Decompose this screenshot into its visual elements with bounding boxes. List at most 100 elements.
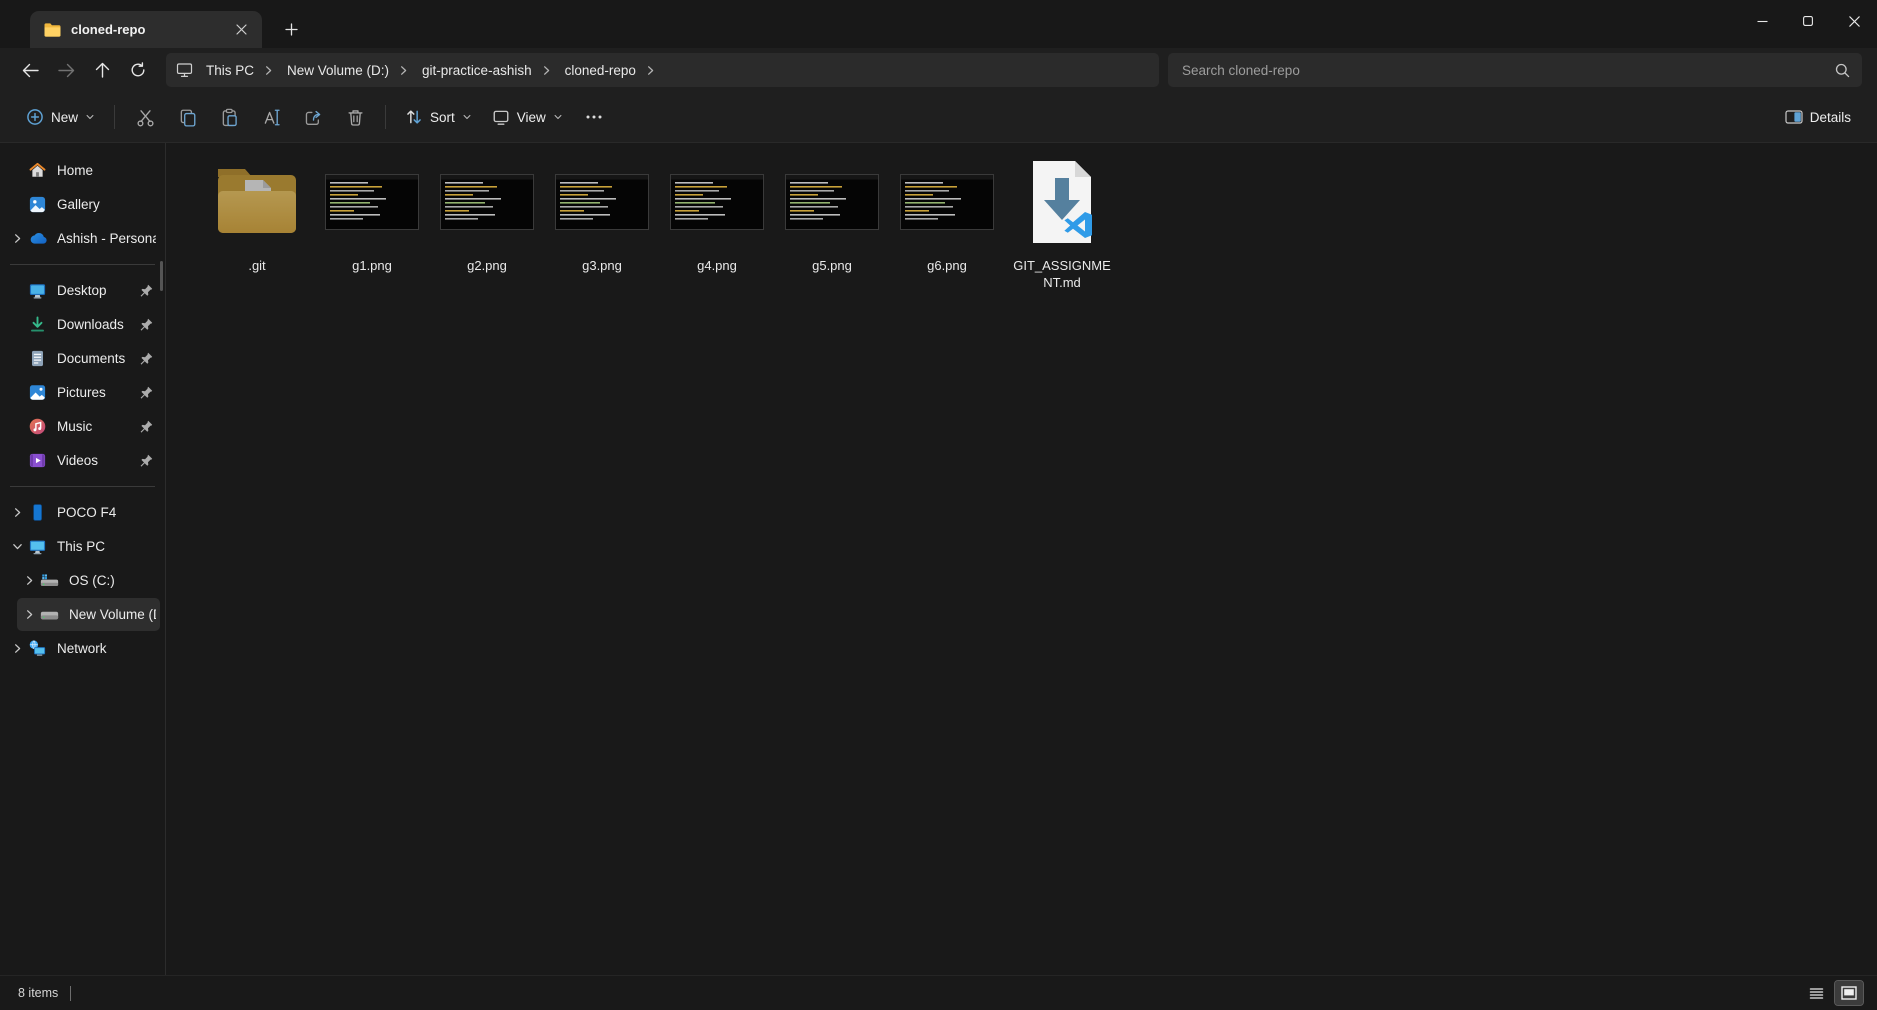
sidebar-scrollbar-thumb[interactable] — [160, 261, 163, 291]
file-git-assignment-md[interactable]: GIT_ASSIGNMENT.md — [1005, 151, 1119, 292]
new-plus-icon — [26, 108, 44, 126]
tab-close-icon[interactable] — [228, 17, 254, 43]
share-button[interactable] — [292, 100, 334, 134]
back-button[interactable] — [12, 53, 48, 87]
sidebar-item-network[interactable]: Network — [5, 632, 160, 665]
chevron-right-icon[interactable] — [263, 65, 274, 76]
breadcrumb-item-git-practice-ashish[interactable]: git-practice-ashish — [415, 59, 539, 82]
sidebar-item-label: Home — [57, 163, 156, 178]
paste-icon — [220, 108, 239, 127]
copy-icon — [178, 108, 197, 127]
chevron-down-icon — [85, 112, 95, 122]
view-toggle — [1802, 981, 1863, 1005]
sidebar-item-os-c[interactable]: OS (C:) — [17, 564, 160, 597]
pin-icon — [138, 386, 154, 400]
new-button[interactable]: New — [16, 100, 105, 134]
file-name: g3.png — [582, 258, 622, 275]
thumbnail-view-toggle[interactable] — [1835, 981, 1863, 1005]
sidebar-item-gallery[interactable]: Gallery — [5, 188, 160, 221]
tab-cloned-repo[interactable]: cloned-repo — [30, 11, 262, 48]
sidebar-section-divider — [10, 264, 155, 265]
file-g3-png[interactable]: g3.png — [545, 151, 659, 292]
search-input[interactable] — [1180, 62, 1835, 79]
chevron-right-icon[interactable] — [398, 65, 409, 76]
pin-icon — [138, 284, 154, 298]
breadcrumb-item-this-pc[interactable]: This PC — [199, 59, 261, 82]
thispc-icon — [28, 537, 47, 556]
sidebar-item-this-pc[interactable]: This PC — [5, 530, 160, 563]
view-button[interactable]: View — [482, 100, 573, 134]
sidebar-item-documents[interactable]: Documents — [5, 342, 160, 375]
cut-icon — [136, 108, 155, 127]
cut-button[interactable] — [124, 100, 166, 134]
sidebar-item-desktop[interactable]: Desktop — [5, 274, 160, 307]
chevron-right-icon[interactable] — [9, 643, 26, 654]
terminal-screenshot-thumbnail — [785, 174, 879, 230]
file-g6-png[interactable]: g6.png — [890, 151, 1004, 292]
sidebar-item-home[interactable]: Home — [5, 154, 160, 187]
drive-icon — [40, 605, 59, 624]
chevron-down-icon[interactable] — [9, 541, 26, 552]
sidebar-item-pictures[interactable]: Pictures — [5, 376, 160, 409]
item-count: 8 items — [18, 986, 58, 1000]
file-grid: .git — [166, 143, 1877, 292]
network-icon — [28, 639, 47, 658]
refresh-button[interactable] — [120, 53, 156, 87]
gallery-icon — [28, 195, 47, 214]
chevron-right-icon[interactable] — [21, 609, 38, 620]
sidebar-item-new-volume-d[interactable]: New Volume (D:) — [17, 598, 160, 631]
file-g1-png[interactable]: g1.png — [315, 151, 429, 292]
details-button[interactable]: Details — [1775, 100, 1861, 134]
forward-button[interactable] — [48, 53, 84, 87]
up-button[interactable] — [84, 53, 120, 87]
sidebar-item-label: Pictures — [57, 385, 138, 400]
maximize-button[interactable] — [1785, 0, 1831, 42]
chevron-right-icon[interactable] — [21, 575, 38, 586]
breadcrumb-item-new-volume-d[interactable]: New Volume (D:) — [280, 59, 396, 82]
file-name: g4.png — [697, 258, 737, 275]
search-box[interactable] — [1168, 53, 1862, 87]
pictures-icon — [28, 383, 47, 402]
copy-button[interactable] — [166, 100, 208, 134]
tab-title: cloned-repo — [71, 22, 228, 37]
new-button-label: New — [51, 110, 78, 125]
sidebar-item-label: Network — [57, 641, 156, 656]
rename-button[interactable] — [250, 100, 292, 134]
folder-tab-icon — [44, 23, 61, 37]
file-name: g2.png — [467, 258, 507, 275]
markdown-file-icon — [1029, 158, 1095, 246]
sidebar-item-music[interactable]: Music — [5, 410, 160, 443]
paste-button[interactable] — [208, 100, 250, 134]
sort-button[interactable]: Sort — [395, 100, 482, 134]
chevron-right-icon[interactable] — [9, 507, 26, 518]
details-view-toggle[interactable] — [1802, 981, 1830, 1005]
file-g4-png[interactable]: g4.png — [660, 151, 774, 292]
file-g5-png[interactable]: g5.png — [775, 151, 889, 292]
sidebar-item-videos[interactable]: Videos — [5, 444, 160, 477]
file-g2-png[interactable]: g2.png — [430, 151, 544, 292]
sidebar-item-downloads[interactable]: Downloads — [5, 308, 160, 341]
file-explorer-window: cloned-repo — [0, 0, 1877, 1010]
sidebar-item-label: OS (C:) — [69, 573, 156, 588]
close-button[interactable] — [1831, 0, 1877, 42]
chevron-right-icon[interactable] — [541, 65, 552, 76]
documents-icon — [28, 349, 47, 368]
sidebar-item-poco-f4[interactable]: POCO F4 — [5, 496, 160, 529]
chevron-right-icon[interactable] — [9, 233, 26, 244]
new-tab-button[interactable] — [276, 14, 306, 44]
details-pane-icon — [1785, 109, 1803, 125]
sort-button-label: Sort — [430, 110, 455, 125]
folder-content-area[interactable]: .git — [166, 143, 1877, 975]
more-options-button[interactable] — [573, 100, 615, 134]
address-bar[interactable]: This PC New Volume (D:) git-practice-ash… — [166, 53, 1159, 87]
chevron-right-icon[interactable] — [645, 65, 656, 76]
chevron-down-icon — [553, 112, 563, 122]
delete-button[interactable] — [334, 100, 376, 134]
breadcrumb-item-cloned-repo[interactable]: cloned-repo — [558, 59, 643, 82]
sidebar-section-divider — [10, 486, 155, 487]
navigation-bar: This PC New Volume (D:) git-practice-ash… — [0, 48, 1877, 92]
file-git[interactable]: .git — [200, 151, 314, 292]
sidebar-item-ashish-personal[interactable]: Ashish - Personal — [5, 222, 160, 255]
view-icon — [492, 108, 510, 126]
minimize-button[interactable] — [1739, 0, 1785, 42]
